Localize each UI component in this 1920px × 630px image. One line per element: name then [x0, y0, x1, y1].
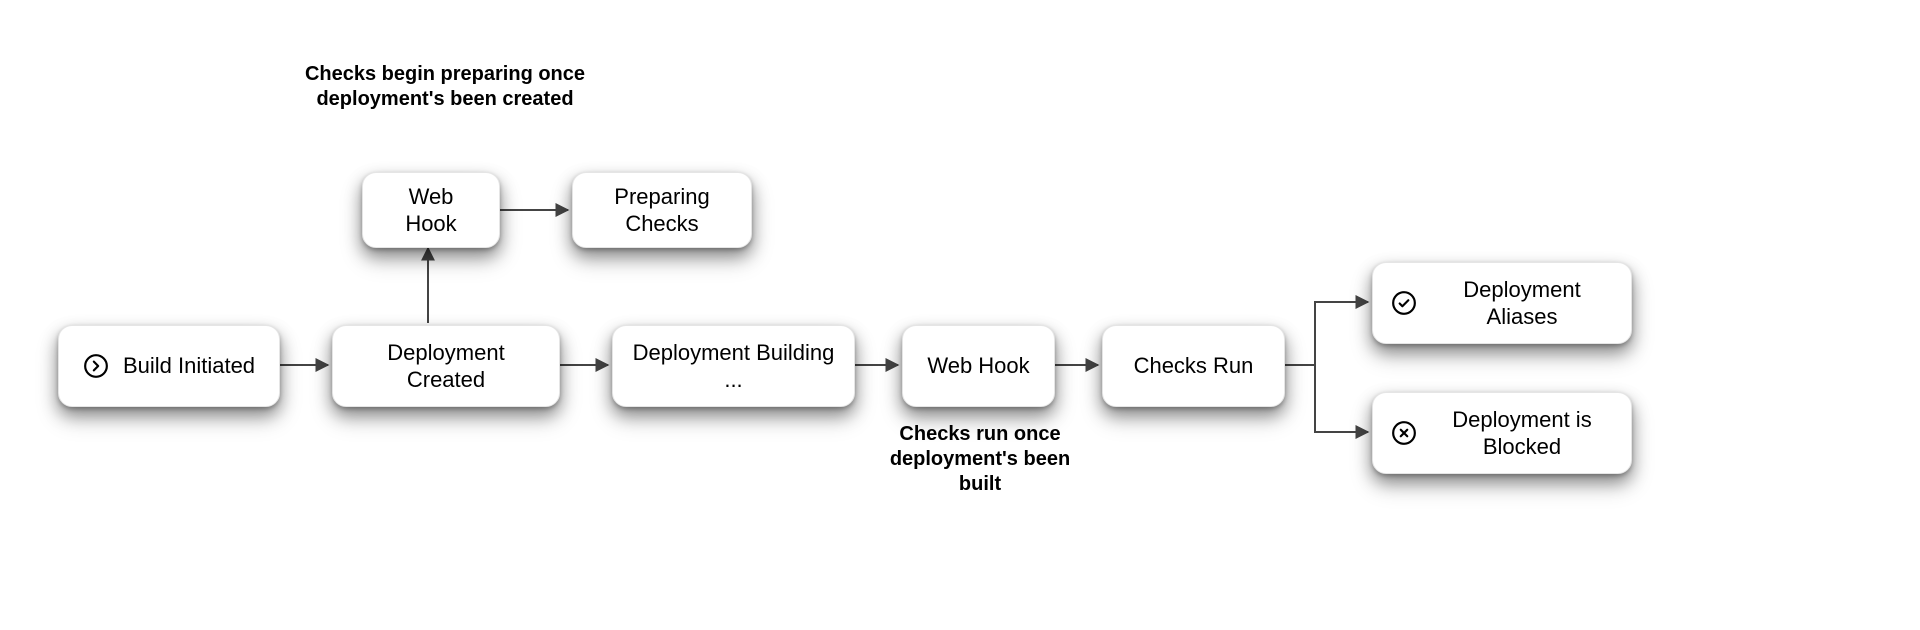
node-preparing-checks: Preparing Checks [572, 172, 752, 248]
caption-checks-run: Checks run once deployment's been built [870, 422, 1090, 497]
node-label: Preparing Checks [591, 183, 733, 238]
node-label: Deployment Aliases [1431, 276, 1613, 331]
node-deployment-blocked: Deployment is Blocked [1372, 392, 1632, 474]
caption-checks-prepare: Checks begin preparing once deployment's… [290, 62, 600, 112]
node-label: Checks Run [1134, 352, 1254, 380]
node-web-hook-top: Web Hook [362, 172, 500, 248]
node-checks-run: Checks Run [1102, 325, 1285, 407]
node-deployment-aliases: Deployment Aliases [1372, 262, 1632, 344]
node-web-hook-mid: Web Hook [902, 325, 1055, 407]
node-label: Deployment is Blocked [1431, 406, 1613, 461]
node-build-initiated: Build Initiated [58, 325, 280, 407]
node-label: Build Initiated [123, 352, 255, 380]
arrow-right-circle-icon [83, 353, 109, 379]
node-label: Web Hook [927, 352, 1029, 380]
node-deployment-created: Deployment Created [332, 325, 560, 407]
node-label: Web Hook [381, 183, 481, 238]
node-label: Deployment Created [351, 339, 541, 394]
node-label: Deployment Building ... [631, 339, 836, 394]
flow-connectors [0, 0, 1920, 630]
x-circle-icon [1391, 420, 1417, 446]
node-deployment-building: Deployment Building ... [612, 325, 855, 407]
check-circle-icon [1391, 290, 1417, 316]
